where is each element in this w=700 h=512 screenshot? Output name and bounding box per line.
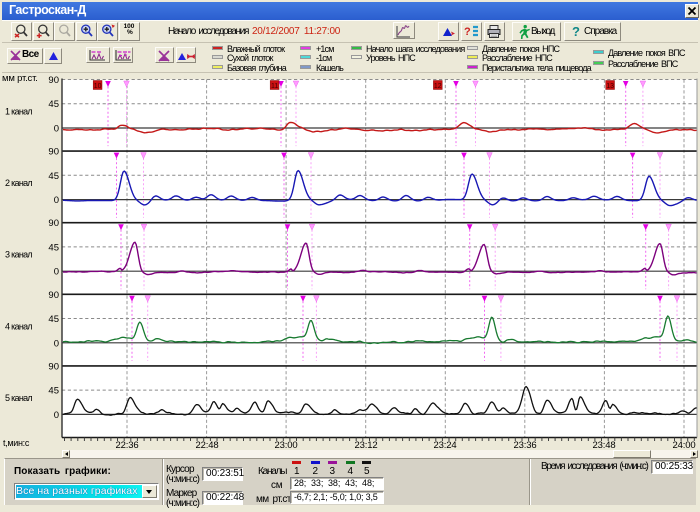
svg-text:45: 45 xyxy=(48,386,59,397)
svg-text:90: 90 xyxy=(48,147,59,158)
svg-text:3 канал: 3 канал xyxy=(5,250,32,260)
svg-text:0: 0 xyxy=(54,267,59,278)
svg-text:13: 13 xyxy=(606,83,614,90)
svg-text:2 канал: 2 канал xyxy=(5,178,32,188)
svg-text:90: 90 xyxy=(48,361,59,372)
svg-text:мм рт.ст.: мм рт.ст. xyxy=(2,73,38,84)
svg-text:0: 0 xyxy=(54,410,59,421)
svg-text:4 канал: 4 канал xyxy=(5,321,32,331)
svg-text:90: 90 xyxy=(48,218,59,229)
svg-text:t,мин:с: t,мин:с xyxy=(3,438,30,448)
svg-text:90: 90 xyxy=(48,75,59,86)
svg-text:0: 0 xyxy=(54,124,59,135)
svg-text:12: 12 xyxy=(434,83,442,90)
svg-text:0: 0 xyxy=(54,338,59,349)
svg-text:11: 11 xyxy=(271,83,278,90)
svg-text:10: 10 xyxy=(94,83,102,90)
svg-text:45: 45 xyxy=(48,99,59,110)
svg-text:90: 90 xyxy=(48,290,59,301)
svg-text:45: 45 xyxy=(48,171,59,182)
svg-text:45: 45 xyxy=(48,242,59,253)
svg-text:45: 45 xyxy=(48,314,59,325)
svg-text:?: ? xyxy=(464,26,471,38)
svg-text:0: 0 xyxy=(54,195,59,206)
svg-text:1 канал: 1 канал xyxy=(5,107,32,117)
svg-text:5 канал: 5 канал xyxy=(5,393,32,403)
